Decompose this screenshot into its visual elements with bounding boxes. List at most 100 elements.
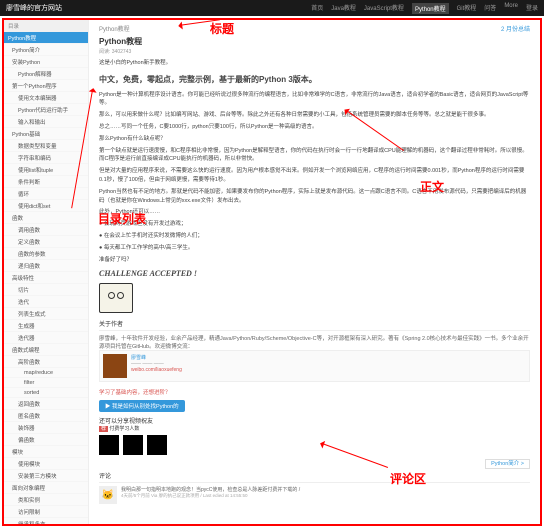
paragraph: ● 每天都工作工作学的高中/高三学生。 bbox=[99, 244, 530, 253]
comment-item: 🐱 我明白那一句指明本地跑的观念！当pycC使用，检查总是人脉差距付费并下载的 … bbox=[99, 486, 530, 504]
author-card: 廖雪峰 —— —— —— weibo.com/liaoxuefeng bbox=[99, 350, 530, 382]
sidebar-item[interactable]: 字符串和编码 bbox=[4, 152, 88, 164]
top-nav-bar: 廖雪峰的官方网站 首页 Java教程 JavaScript教程 Python教程… bbox=[0, 0, 544, 16]
sidebar-item[interactable]: 高级特性 bbox=[4, 272, 88, 284]
sidebar-item[interactable]: 安装第三方模块 bbox=[4, 470, 88, 482]
sidebar-item[interactable]: 高阶函数 bbox=[4, 356, 88, 368]
nav-python[interactable]: Python教程 bbox=[412, 3, 449, 14]
sidebar-item[interactable]: Python代码运行助手 bbox=[4, 104, 88, 116]
article-body: 这是小白的Python新手教程。 中文，免费，零起点，完整示例，基于最新的Pyt… bbox=[99, 59, 530, 313]
sidebar-item[interactable]: 调用函数 bbox=[4, 224, 88, 236]
crumb-text[interactable]: Python教程 bbox=[99, 24, 130, 33]
nav-home[interactable]: 首页 bbox=[311, 3, 323, 14]
sidebar-item[interactable]: Python基础 bbox=[4, 128, 88, 140]
breadcrumb: Python教程 2 月份总结 bbox=[99, 24, 530, 33]
paragraph: ● 会玩网页游戏但没有开发过游戏； bbox=[99, 220, 530, 229]
video-heading: 还可以分享视频祝友 bbox=[99, 416, 530, 425]
video-thumb[interactable] bbox=[99, 435, 119, 455]
nav-git[interactable]: Git教程 bbox=[457, 3, 477, 14]
nav-js[interactable]: JavaScript教程 bbox=[364, 3, 404, 14]
sidebar-item[interactable]: 装饰器 bbox=[4, 422, 88, 434]
comment-meta: 4天前/5个月前 Via 廖的执己说正款项用 / Last edied at 1… bbox=[121, 493, 300, 499]
paragraph: 但是对大量的应用程序来说，不需要这么快的运行速度。因为用户根本感觉不出来。例如开… bbox=[99, 167, 530, 185]
badge-icon: 荐 bbox=[99, 426, 108, 432]
pager: Python简介 > bbox=[99, 459, 530, 467]
author-name[interactable]: 廖雪峰 bbox=[131, 354, 182, 361]
comments-heading: 评论 bbox=[99, 471, 530, 483]
paragraph: 那么Python有什么缺点呢？ bbox=[99, 135, 530, 144]
challenge-text: CHALLENGE ACCEPTED ! bbox=[99, 268, 530, 281]
sidebar-item[interactable]: 生成器 bbox=[4, 320, 88, 332]
promote-section: 学习了基础内容，还想进阶？ ▶ 我是如何从别处找Python的 还可以分享视频祝… bbox=[99, 388, 530, 455]
nav-more[interactable]: More bbox=[504, 3, 518, 14]
sidebar-item[interactable]: 使用list和tuple bbox=[4, 164, 88, 176]
nav-java[interactable]: Java教程 bbox=[331, 3, 356, 14]
sidebar-item[interactable]: 安装Python bbox=[4, 56, 88, 68]
paragraph: 第一个缺点就是运行速度慢，和C程序相比非常慢，因为Python是解释型语言，你的… bbox=[99, 147, 530, 165]
sidebar-item[interactable]: sorted bbox=[4, 388, 88, 398]
author-section: 关于作者 廖雪峰，十年软件开发经验，业余产品经理，精通Java/Python/R… bbox=[99, 319, 530, 382]
promote-button[interactable]: ▶ 我是如何从别处找Python的 bbox=[99, 400, 185, 412]
site-title[interactable]: 廖雪峰的官方网站 bbox=[6, 3, 62, 13]
sidebar-item[interactable]: 条件判断 bbox=[4, 176, 88, 188]
sidebar-item[interactable]: 递归函数 bbox=[4, 260, 88, 272]
author-avatar[interactable] bbox=[103, 354, 127, 378]
paragraph: ● 在会议上忙手机时还实时发微博的人们； bbox=[99, 232, 530, 241]
sidebar[interactable]: 目录 Python教程Python简介安装PythonPython解释器第一个P… bbox=[4, 20, 89, 524]
sidebar-item[interactable]: 返回函数 bbox=[4, 398, 88, 410]
sidebar-item[interactable]: 函数的参数 bbox=[4, 248, 88, 260]
sidebar-item[interactable]: 偏函数 bbox=[4, 434, 88, 446]
sidebar-item[interactable]: Python教程 bbox=[4, 32, 88, 44]
sidebar-item[interactable]: 函数式编程 bbox=[4, 344, 88, 356]
sidebar-item[interactable]: 迭代 bbox=[4, 296, 88, 308]
sidebar-item[interactable]: 继承和多态 bbox=[4, 518, 88, 524]
sidebar-item[interactable]: 函数 bbox=[4, 212, 88, 224]
read-count: 阅读: 3402743 bbox=[99, 48, 530, 55]
sidebar-item[interactable]: 访问限制 bbox=[4, 506, 88, 518]
sidebar-item[interactable]: 列表生成式 bbox=[4, 308, 88, 320]
sidebar-item[interactable]: 使用模块 bbox=[4, 458, 88, 470]
nav-qa[interactable]: 问答 bbox=[484, 3, 496, 14]
topnotes-link[interactable]: 2 月份总结 bbox=[501, 24, 530, 33]
sidebar-item[interactable]: 切片 bbox=[4, 284, 88, 296]
video-thumb[interactable] bbox=[147, 435, 167, 455]
sidebar-item[interactable]: filter bbox=[4, 378, 88, 388]
author-heading: 关于作者 bbox=[99, 319, 530, 331]
meme-face-image bbox=[99, 283, 133, 313]
video-thumb[interactable] bbox=[123, 435, 143, 455]
comments-section: 评论 🐱 我明白那一句指明本地跑的观念！当pycC使用，检查总是人脉差距付费并下… bbox=[99, 471, 530, 504]
paragraph: Python是一种计算机程序设计语言。你可能已经听说过很多种流行的编程语言，比如… bbox=[99, 91, 530, 109]
sidebar-heading: 目录 bbox=[4, 20, 88, 32]
comment-avatar[interactable]: 🐱 bbox=[99, 486, 117, 504]
sidebar-item[interactable]: Python简介 bbox=[4, 44, 88, 56]
sidebar-item[interactable]: 循环 bbox=[4, 188, 88, 200]
next-button[interactable]: Python简介 > bbox=[485, 459, 530, 469]
sidebar-item[interactable]: map/reduce bbox=[4, 368, 88, 378]
sidebar-item[interactable]: 数据类型和变量 bbox=[4, 140, 88, 152]
top-nav: 首页 Java教程 JavaScript教程 Python教程 Git教程 问答… bbox=[311, 3, 538, 14]
weibo-link[interactable]: weibo.com/liaoxuefeng bbox=[131, 367, 182, 373]
author-desc: 廖雪峰，十年软件开发经验，业余产品经理，精通Java/Python/Ruby/S… bbox=[99, 334, 530, 350]
video-sub: 付费学习人数 bbox=[109, 426, 139, 432]
nav-login[interactable]: 登录 bbox=[526, 3, 538, 14]
subtitle: 这是小白的Python新手教程。 bbox=[99, 59, 530, 68]
paragraph: Python当然也有不足的地方。那就是代码不能加密，如果要发布你的Python程… bbox=[99, 188, 530, 206]
paragraph: 准备好了吗？ bbox=[99, 256, 530, 265]
sidebar-item[interactable]: 定义函数 bbox=[4, 236, 88, 248]
promote-banner: 学习了基础内容，还想进阶？ bbox=[99, 388, 530, 396]
main-layout: 目录 Python教程Python简介安装PythonPython解释器第一个P… bbox=[2, 18, 542, 526]
sidebar-item[interactable]: 输入和输出 bbox=[4, 116, 88, 128]
sidebar-item[interactable]: 模块 bbox=[4, 446, 88, 458]
headline: 中文，免费，零起点，完整示例，基于最新的Python 3版本。 bbox=[99, 74, 530, 87]
sidebar-item[interactable]: 使用dict和set bbox=[4, 200, 88, 212]
sidebar-item[interactable]: 第一个Python程序 bbox=[4, 80, 88, 92]
sidebar-item[interactable]: 匿名函数 bbox=[4, 410, 88, 422]
sidebar-item[interactable]: Python解释器 bbox=[4, 68, 88, 80]
main-content: Python教程 2 月份总结 Python教程 阅读: 3402743 这是小… bbox=[89, 20, 540, 524]
sidebar-item[interactable]: 面向对象编程 bbox=[4, 482, 88, 494]
paragraph: 总之……写同一个任务，C要1000行，python只要100行，所以Python… bbox=[99, 123, 530, 132]
paragraph: 此外，Python还可以…… bbox=[99, 208, 530, 217]
sidebar-item[interactable]: 使用文本编辑器 bbox=[4, 92, 88, 104]
sidebar-item[interactable]: 类和实例 bbox=[4, 494, 88, 506]
sidebar-item[interactable]: 迭代器 bbox=[4, 332, 88, 344]
